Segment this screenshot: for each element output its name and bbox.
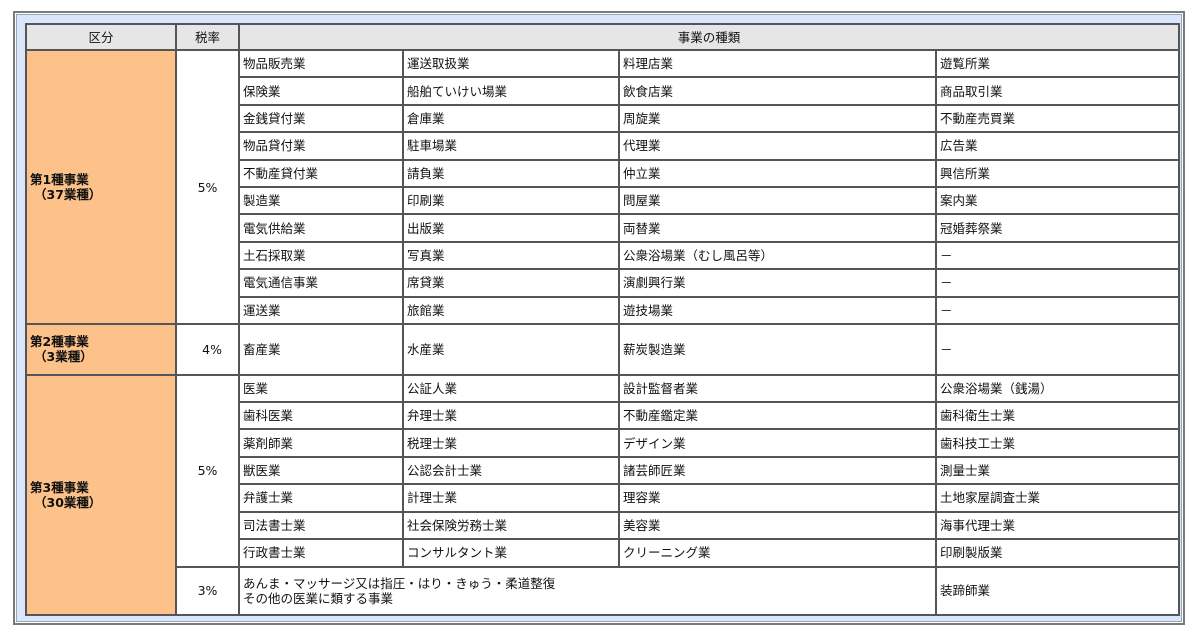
business-type-cell: 仲立業 bbox=[618, 158, 937, 189]
business-type-line: その他の医業に類する事業 bbox=[243, 590, 394, 606]
tax-rate-cell: 3% bbox=[175, 565, 240, 616]
business-type-cell: 印刷業 bbox=[402, 186, 620, 216]
business-type-cell: 請負業 bbox=[402, 158, 620, 189]
business-type-cell: 両替業 bbox=[618, 213, 937, 243]
business-type-cell: 公証人業 bbox=[402, 373, 620, 404]
business-type-cell: 歯科衛生士業 bbox=[934, 401, 1181, 431]
business-type-cell: 金銭貸付業 bbox=[238, 103, 404, 134]
business-type-cell: 飲食店業 bbox=[618, 76, 937, 106]
business-type-cell: クリーニング業 bbox=[618, 538, 937, 568]
table-row: 3% あんま・マッサージ又は指圧・はり・きゅう・柔道整復 その他の医業に類する事業装… bbox=[26, 565, 1181, 616]
business-type-cell: 税理士業 bbox=[402, 428, 620, 458]
business-type-cell: 海事代理士業 bbox=[934, 510, 1181, 541]
business-type-cell: － bbox=[934, 323, 1181, 376]
business-type-cell: 公衆浴場業（銭湯） bbox=[934, 373, 1181, 404]
business-type-cell: － bbox=[934, 240, 1181, 271]
business-type-cell: 物品貸付業 bbox=[238, 131, 404, 161]
business-type-cell: 案内業 bbox=[934, 186, 1181, 216]
business-type-cell: 土地家屋調査士業 bbox=[934, 483, 1181, 513]
business-type-cell: 土石採取業 bbox=[238, 240, 404, 271]
business-type-cell: 不動産鑑定業 bbox=[618, 401, 937, 431]
business-type-cell: 行政書士業 bbox=[238, 538, 404, 568]
category-cell: 第2種事業 （3業種） bbox=[25, 323, 177, 376]
business-type-cell: 写真業 bbox=[402, 240, 620, 271]
business-type-cell: 畜産業 bbox=[238, 323, 404, 376]
business-type-cell: 製造業 bbox=[238, 186, 404, 216]
tax-rate-cell: 5% bbox=[175, 48, 240, 326]
business-type-cell: デザイン業 bbox=[618, 428, 937, 458]
business-type-cell: 歯科医業 bbox=[238, 401, 404, 431]
business-type-cell: コンサルタント業 bbox=[402, 538, 620, 568]
business-type-cell: 歯科技工士業 bbox=[934, 428, 1181, 458]
business-type-cell: 冠婚葬祭業 bbox=[934, 213, 1181, 243]
business-type-cell: 問屋業 bbox=[618, 186, 937, 216]
business-type-cell: 広告業 bbox=[934, 131, 1181, 161]
business-type-cell: 物品販売業 bbox=[238, 48, 404, 79]
business-type-cell: 理容業 bbox=[618, 483, 937, 513]
category-name: 第2種事業 bbox=[30, 334, 89, 350]
business-type-merged-cell: あんま・マッサージ又は指圧・はり・きゅう・柔道整復 その他の医業に類する事業 bbox=[238, 565, 937, 616]
category-cell: 第1種事業 （37業種） bbox=[25, 48, 177, 326]
table-row: 第3種事業 （30業種） 5% 医業 公証人業 設計監督者業 公衆浴場業（銭湯） bbox=[25, 373, 1181, 617]
business-type-cell: 船舶ていけい場業 bbox=[402, 76, 620, 106]
header-row: 区分 税率 事業の種類 bbox=[25, 23, 1181, 51]
business-type-cell: 出版業 bbox=[402, 213, 620, 243]
business-type-cell: 水産業 bbox=[402, 323, 620, 376]
business-type-cell: 弁理士業 bbox=[402, 401, 620, 431]
business-type-cell: 倉庫業 bbox=[402, 103, 620, 134]
business-type-cell: 司法書士業 bbox=[238, 510, 404, 541]
category-name: 第1種事業 bbox=[30, 172, 89, 188]
business-type-cell: 代理業 bbox=[618, 131, 937, 161]
business-type-cell: 旅館業 bbox=[402, 295, 620, 326]
business-type-cell: 公認会計士業 bbox=[402, 455, 620, 486]
business-type-cell: 保険業 bbox=[238, 76, 404, 106]
business-type-cell: 商品取引業 bbox=[934, 76, 1181, 106]
category-count: （3業種） bbox=[34, 349, 93, 365]
business-type-cell: 電気供給業 bbox=[238, 213, 404, 243]
business-type-cell: 公衆浴場業（むし風呂等） bbox=[618, 240, 937, 271]
header-category: 区分 bbox=[25, 23, 177, 51]
business-type-cell: 遊覧所業 bbox=[934, 48, 1181, 79]
business-type-cell: 薪炭製造業 bbox=[618, 323, 937, 376]
table-row: 第1種事業 （37業種） 5% 物品販売業 運送取扱業 料理店業 遊覧所業 bbox=[25, 48, 1181, 326]
table-body: 第1種事業 （37業種） 5% 物品販売業 運送取扱業 料理店業 遊覧所業 保険業 船舶ていけい… bbox=[25, 48, 1181, 617]
business-type-cell: 測量士業 bbox=[934, 455, 1181, 486]
business-type-cell: 弁護士業 bbox=[238, 483, 404, 513]
business-type-line: あんま・マッサージ又は指圧・はり・きゅう・柔道整復 bbox=[243, 575, 556, 591]
business-type-cell: 医業 bbox=[238, 373, 404, 404]
business-type-cell: 美容業 bbox=[618, 510, 937, 541]
category-count: （37業種） bbox=[34, 187, 102, 203]
business-type-cell: 料理店業 bbox=[618, 48, 937, 79]
business-type-cell: － bbox=[934, 295, 1181, 326]
header-rate: 税率 bbox=[175, 23, 240, 51]
category-count: （30業種） bbox=[34, 494, 102, 510]
business-type-cell: 薬剤師業 bbox=[238, 428, 404, 458]
business-type-cell: 不動産貸付業 bbox=[238, 158, 404, 189]
business-type-cell: 運送業 bbox=[238, 295, 404, 326]
business-type-cell: 演劇興行業 bbox=[618, 268, 937, 298]
category-cell: 第3種事業 （30業種） bbox=[25, 373, 177, 617]
business-tax-rate-table: 区分 税率 事業の種類 第1種事業 （37業種） 5% 物品販売業 運送取扱業 料理店業遊… bbox=[25, 23, 1181, 617]
business-type-cell: 社会保険労務士業 bbox=[402, 510, 620, 541]
business-type-cell: － bbox=[934, 268, 1181, 298]
business-type-cell: 周旋業 bbox=[618, 103, 937, 134]
business-type-cell: 遊技場業 bbox=[618, 295, 937, 326]
business-type-cell: 計理士業 bbox=[402, 483, 620, 513]
business-type-cell: 興信所業 bbox=[934, 158, 1181, 189]
business-type-cell: 設計監督者業 bbox=[618, 373, 937, 404]
category-name: 第3種事業 bbox=[30, 479, 89, 495]
tax-rate-cell: 4% bbox=[175, 323, 240, 376]
business-type-cell: 駐車場業 bbox=[402, 131, 620, 161]
business-type-cell: 印刷製版業 bbox=[934, 538, 1181, 568]
business-type-cell: 席貸業 bbox=[402, 268, 620, 298]
business-type-cell: 獣医業 bbox=[238, 455, 404, 486]
business-type-cell: 電気通信事業 bbox=[238, 268, 404, 298]
business-type-cell: 諸芸師匠業 bbox=[618, 455, 937, 486]
business-type-cell: 装蹄師業 bbox=[934, 565, 1181, 616]
table-row: 第2種事業 （3業種） 4% 畜産業 水産業 薪炭製造業－ bbox=[25, 323, 1181, 376]
business-type-cell: 運送取扱業 bbox=[402, 48, 620, 79]
business-type-cell: 不動産売買業 bbox=[934, 103, 1181, 134]
header-business-types: 事業の種類 bbox=[237, 23, 1181, 51]
tax-rate-cell: 5% bbox=[175, 373, 240, 568]
